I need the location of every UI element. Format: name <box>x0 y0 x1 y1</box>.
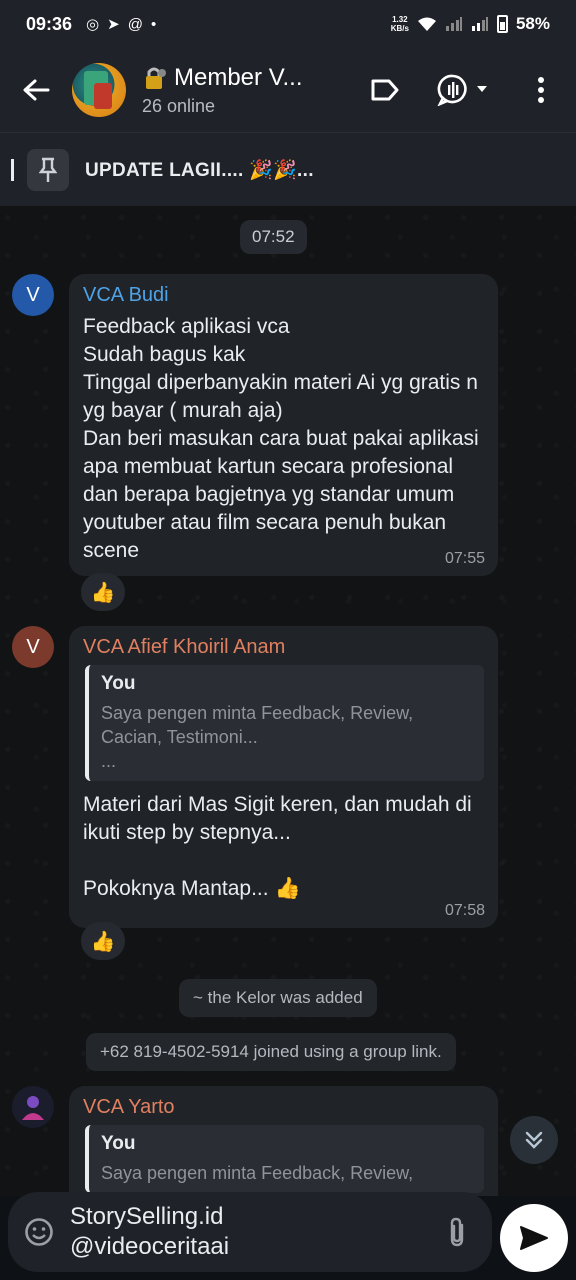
message-bubble[interactable]: VCA Afief Khoiril Anam You Saya pengen m… <box>69 626 498 928</box>
message-composer[interactable]: StorySelling.id @videoceritaai <box>8 1192 492 1272</box>
reply-quote[interactable]: You Saya pengen minta Feedback, Review, … <box>85 665 484 781</box>
group-info[interactable]: Member V... 26 online <box>142 64 322 117</box>
reaction-badge[interactable]: 👍 <box>81 922 125 960</box>
quote-text: Saya pengen minta Feedback, Review, Caci… <box>101 703 414 771</box>
back-button[interactable] <box>0 48 72 132</box>
group-title: Member V... <box>142 64 322 92</box>
sender-name[interactable]: VCA Yarto <box>83 1096 484 1119</box>
signal-icon-2 <box>471 17 488 31</box>
threads-icon: @ <box>127 15 143 33</box>
lock-emoji-icon <box>146 67 166 89</box>
send-button[interactable] <box>500 1204 568 1272</box>
signal-icon <box>445 17 462 31</box>
quote-author: You <box>101 673 136 694</box>
message-time: 07:55 <box>444 550 485 567</box>
more-vert-icon <box>538 77 544 103</box>
attach-icon <box>450 1217 464 1247</box>
quote-text: Saya pengen minta Feedback, Review, <box>101 1163 414 1183</box>
system-message: +62 819-4502-5914 joined using a group l… <box>86 1033 456 1071</box>
avatar[interactable]: V <box>12 274 54 316</box>
status-time: 09:36 <box>26 13 73 34</box>
reaction-badge[interactable]: 👍 <box>81 573 125 611</box>
send-icon <box>520 1226 548 1250</box>
voice-chat-icon <box>437 74 487 106</box>
scroll-to-bottom-button[interactable] <box>510 1116 558 1164</box>
status-bar: 09:36 ◎ ➤ @ • 1.32 KB/s 58% <box>0 0 576 48</box>
emoji-button[interactable] <box>8 1192 70 1272</box>
chat-area[interactable]: 07:52 V VCA Budi Feedback aplikasi vca S… <box>0 206 576 1196</box>
quote-author: You <box>101 1133 136 1154</box>
emoji-icon <box>25 1218 53 1246</box>
net-speed-value: 1.32 <box>392 15 408 24</box>
label-button[interactable] <box>350 48 420 132</box>
label-icon <box>371 79 399 101</box>
avatar-image-icon <box>12 1086 54 1128</box>
reply-quote[interactable]: You Saya pengen minta Feedback, Review, <box>85 1125 484 1193</box>
group-title-text: Member V... <box>174 63 303 91</box>
wifi-icon <box>417 17 436 31</box>
sender-name[interactable]: VCA Afief Khoiril Anam <box>83 636 484 659</box>
avatar[interactable] <box>12 1086 54 1128</box>
chevron-double-down-icon <box>525 1131 543 1149</box>
pin-button[interactable] <box>27 148 69 191</box>
avatar[interactable]: V <box>12 626 54 668</box>
message-bubble[interactable]: VCA Yarto You Saya pengen minta Feedback… <box>69 1086 498 1196</box>
sender-name[interactable]: VCA Budi <box>83 284 484 307</box>
system-message: ~ the Kelor was added <box>179 979 377 1017</box>
date-chip: 07:52 <box>240 220 307 254</box>
pin-icon <box>39 157 57 182</box>
notification-icons: ◎ ➤ @ • <box>86 15 157 34</box>
pin-indicator <box>11 158 14 181</box>
whatsapp-icon: ◎ <box>86 16 100 33</box>
net-speed: 1.32 KB/s <box>391 15 409 33</box>
message-bubble[interactable]: VCA Budi Feedback aplikasi vca Sudah bag… <box>69 274 498 576</box>
message-input[interactable]: StorySelling.id @videoceritaai <box>70 1202 422 1262</box>
net-speed-unit: KB/s <box>390 24 409 33</box>
attach-button[interactable] <box>422 1192 492 1272</box>
voice-chat-button[interactable] <box>420 48 506 132</box>
message-text: Feedback aplikasi vca Sudah bagus kak Ti… <box>83 315 479 562</box>
more-options-button[interactable] <box>506 48 576 132</box>
battery-percent: 58% <box>515 14 550 33</box>
telegram-icon: ➤ <box>107 16 120 33</box>
message-text: Materi dari Mas Sigit keren, dan mudah d… <box>83 793 472 900</box>
more-notifications-icon: • <box>150 15 157 33</box>
online-count: 26 online <box>142 95 216 116</box>
battery-icon <box>496 15 508 33</box>
pinned-message-bar[interactable]: UPDATE LAGII.... 🎉🎉... <box>0 132 576 206</box>
back-arrow-icon <box>23 79 50 101</box>
chat-header: Member V... 26 online <box>0 48 576 132</box>
group-avatar[interactable] <box>72 63 126 117</box>
pinned-text: UPDATE LAGII.... 🎉🎉... <box>85 159 314 181</box>
message-time: 07:58 <box>444 902 485 919</box>
